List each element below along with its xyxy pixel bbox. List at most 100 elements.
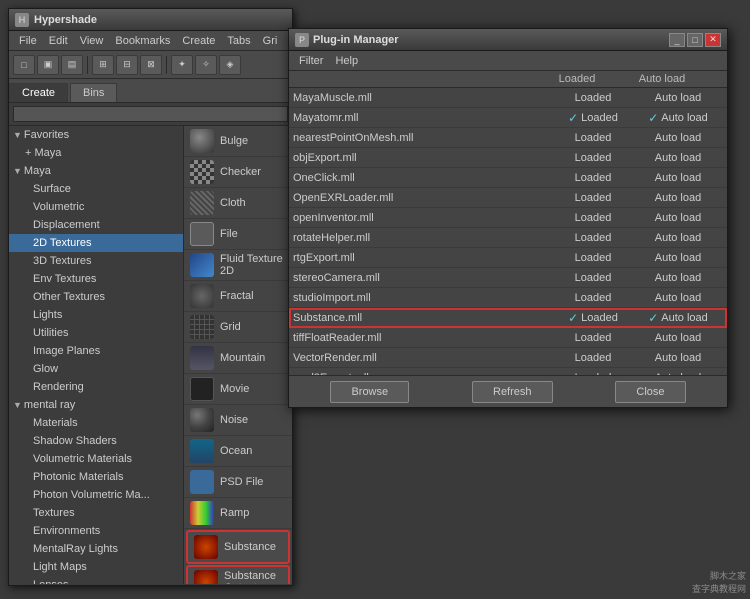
plugin-row-mayamuscle[interactable]: MayaMuscle.mll Loaded Auto load	[289, 88, 727, 108]
plugin-autoload-nearest[interactable]: Auto load	[633, 132, 723, 144]
plugin-autoload-vectorrender[interactable]: Auto load	[633, 352, 723, 364]
tree-item-environments[interactable]: Environments	[9, 522, 183, 540]
material-noise[interactable]: Noise	[184, 405, 292, 436]
plugin-autoload-substance[interactable]: ✓ Auto load	[633, 311, 723, 325]
close-button[interactable]: ✕	[705, 33, 721, 47]
material-bulge[interactable]: Bulge	[184, 126, 292, 157]
plugin-autoload-rotatehelper[interactable]: Auto load	[633, 232, 723, 244]
tree-item-light-maps[interactable]: Light Maps	[9, 558, 183, 576]
tree-item-textures[interactable]: Textures	[9, 504, 183, 522]
material-checker[interactable]: Checker	[184, 157, 292, 188]
minimize-button[interactable]: _	[669, 33, 685, 47]
tree-item-2d-textures[interactable]: 2D Textures	[9, 234, 183, 252]
plugin-loaded-stereocamera[interactable]: Loaded	[553, 272, 633, 284]
tree-item-glow[interactable]: Glow	[9, 360, 183, 378]
plugin-loaded-rotatehelper[interactable]: Loaded	[553, 232, 633, 244]
tree-item-mental-ray[interactable]: ▼ mental ray	[9, 396, 183, 414]
plugin-autoload-mayatomr[interactable]: ✓ Auto load	[633, 111, 723, 125]
toolbar-btn-5[interactable]: ⊟	[116, 55, 138, 75]
plugin-autoload-stereocamera[interactable]: Auto load	[633, 272, 723, 284]
toolbar-btn-3[interactable]: ▤	[61, 55, 83, 75]
tree-item-image-planes[interactable]: Image Planes	[9, 342, 183, 360]
plugin-loaded-studioimport[interactable]: Loaded	[553, 292, 633, 304]
browse-button[interactable]: Browse	[330, 381, 409, 403]
tree-item-env-textures[interactable]: Env Textures	[9, 270, 183, 288]
tree-item-mentalray-lights[interactable]: MentalRay Lights	[9, 540, 183, 558]
plugin-loaded-substance[interactable]: ✓ Loaded	[553, 311, 633, 325]
toolbar-btn-1[interactable]: □	[13, 55, 35, 75]
tree-item-maya[interactable]: ▼ Maya	[9, 162, 183, 180]
plugin-row-rtgexport[interactable]: rtgExport.mll Loaded Auto load	[289, 248, 727, 268]
toolbar-btn-2[interactable]: ▣	[37, 55, 59, 75]
plugin-row-tifffloat[interactable]: tiffFloatReader.mll Loaded Auto load	[289, 328, 727, 348]
material-cloth[interactable]: Cloth	[184, 188, 292, 219]
material-ocean[interactable]: Ocean	[184, 436, 292, 467]
material-fluid[interactable]: Fluid Texture 2D	[184, 250, 292, 281]
plugin-row-objexport[interactable]: objExport.mll Loaded Auto load	[289, 148, 727, 168]
plugin-autoload-tifffloat[interactable]: Auto load	[633, 332, 723, 344]
toolbar-btn-6[interactable]: ⊠	[140, 55, 162, 75]
plugin-menu-filter[interactable]: Filter	[293, 53, 329, 69]
plugin-autoload-openinventor[interactable]: Auto load	[633, 212, 723, 224]
menu-view[interactable]: View	[74, 33, 110, 49]
tree-item-plus-maya[interactable]: + Maya	[9, 144, 183, 162]
plugin-row-nearest[interactable]: nearestPointOnMesh.mll Loaded Auto load	[289, 128, 727, 148]
plugin-autoload-rtgexport[interactable]: Auto load	[633, 252, 723, 264]
tree-item-rendering[interactable]: Rendering	[9, 378, 183, 396]
material-psd[interactable]: PSD File	[184, 467, 292, 498]
tree-item-volumetric[interactable]: Volumetric	[9, 198, 183, 216]
tree-item-utilities[interactable]: Utilities	[9, 324, 183, 342]
tree-item-favorites[interactable]: ▼ Favorites	[9, 126, 183, 144]
plugin-loaded-objexport[interactable]: Loaded	[553, 152, 633, 164]
toolbar-btn-9[interactable]: ◈	[219, 55, 241, 75]
material-fractal[interactable]: Fractal	[184, 281, 292, 312]
tree-item-volumetric-materials[interactable]: Volumetric Materials	[9, 450, 183, 468]
menu-edit[interactable]: Edit	[43, 33, 74, 49]
material-ramp[interactable]: Ramp	[184, 498, 292, 529]
plugin-row-mayatomr[interactable]: Mayatomr.mll ✓ Loaded ✓ Auto load	[289, 108, 727, 128]
close-window-button[interactable]: Close	[615, 381, 685, 403]
plugin-loaded-openexr[interactable]: Loaded	[553, 192, 633, 204]
material-grid[interactable]: Grid	[184, 312, 292, 343]
plugin-row-substance[interactable]: Substance.mll ✓ Loaded ✓ Auto load	[289, 308, 727, 328]
menu-tabs[interactable]: Tabs	[221, 33, 256, 49]
plugin-row-studioimport[interactable]: studioImport.mll Loaded Auto load	[289, 288, 727, 308]
menu-bookmarks[interactable]: Bookmarks	[109, 33, 176, 49]
tab-create[interactable]: Create	[9, 83, 68, 102]
tree-item-photon-volumetric[interactable]: Photon Volumetric Ma...	[9, 486, 183, 504]
toolbar-btn-7[interactable]: ✦	[171, 55, 193, 75]
plugin-loaded-mayamuscle[interactable]: Loaded	[553, 92, 633, 104]
plugin-row-oneclick[interactable]: OneClick.mll Loaded Auto load	[289, 168, 727, 188]
tree-item-photonic-materials[interactable]: Photonic Materials	[9, 468, 183, 486]
plugin-autoload-oneclick[interactable]: Auto load	[633, 172, 723, 184]
plugin-loaded-tifffloat[interactable]: Loaded	[553, 332, 633, 344]
material-substance-output[interactable]: Substance Output	[186, 565, 290, 584]
menu-gri[interactable]: Gri	[257, 33, 284, 49]
plugin-row-rotatehelper[interactable]: rotateHelper.mll Loaded Auto load	[289, 228, 727, 248]
plugin-row-stereocamera[interactable]: stereoCamera.mll Loaded Auto load	[289, 268, 727, 288]
plugin-loaded-vectorrender[interactable]: Loaded	[553, 352, 633, 364]
plugin-menu-help[interactable]: Help	[329, 53, 364, 69]
tree-item-other-textures[interactable]: Other Textures	[9, 288, 183, 306]
menu-create[interactable]: Create	[176, 33, 221, 49]
tree-item-surface[interactable]: Surface	[9, 180, 183, 198]
refresh-button[interactable]: Refresh	[472, 381, 553, 403]
maximize-button[interactable]: □	[687, 33, 703, 47]
plugin-loaded-nearest[interactable]: Loaded	[553, 132, 633, 144]
plugin-loaded-openinventor[interactable]: Loaded	[553, 212, 633, 224]
plugin-autoload-objexport[interactable]: Auto load	[633, 152, 723, 164]
material-movie[interactable]: Movie	[184, 374, 292, 405]
plugin-row-openinventor[interactable]: openInventor.mll Loaded Auto load	[289, 208, 727, 228]
tree-item-lenses[interactable]: Lenses	[9, 576, 183, 584]
menu-file[interactable]: File	[13, 33, 43, 49]
plugin-loaded-mayatomr[interactable]: ✓ Loaded	[553, 111, 633, 125]
tab-bins[interactable]: Bins	[70, 83, 117, 102]
search-input[interactable]	[13, 106, 288, 122]
toolbar-btn-4[interactable]: ⊞	[92, 55, 114, 75]
plugin-row-vectorrender[interactable]: VectorRender.mll Loaded Auto load	[289, 348, 727, 368]
plugin-autoload-studioimport[interactable]: Auto load	[633, 292, 723, 304]
tree-item-lights[interactable]: Lights	[9, 306, 183, 324]
tree-item-displacement[interactable]: Displacement	[9, 216, 183, 234]
plugin-loaded-oneclick[interactable]: Loaded	[553, 172, 633, 184]
material-mountain[interactable]: Mountain	[184, 343, 292, 374]
